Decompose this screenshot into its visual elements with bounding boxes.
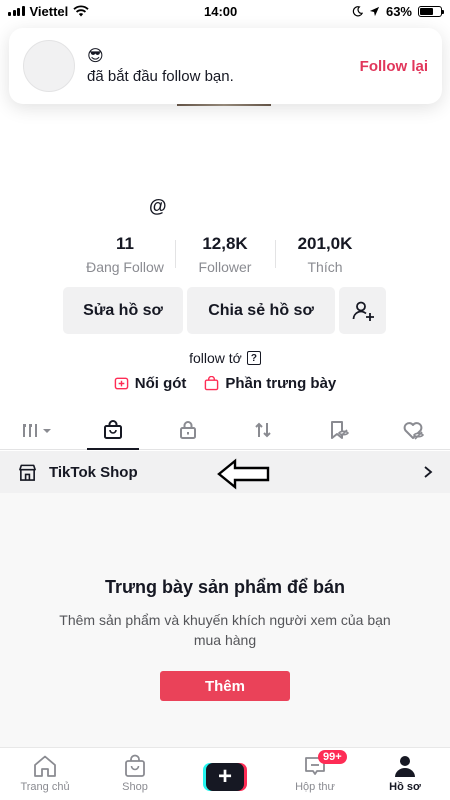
profile-stats: 11 Đang Follow 12,8K Follower 201,0K Thí…	[75, 234, 375, 275]
battery-percent: 63%	[385, 3, 412, 19]
wifi-icon	[73, 5, 89, 17]
follow-back-button[interactable]: Follow lại	[360, 58, 428, 75]
lock-icon	[179, 420, 196, 439]
nav-create[interactable]: +	[180, 748, 270, 800]
stat-followers[interactable]: 12,8K Follower	[175, 234, 275, 275]
cellular-signal-icon	[8, 6, 25, 16]
tab-liked[interactable]	[375, 410, 450, 449]
avatar	[23, 40, 75, 92]
profile-icon	[395, 756, 415, 777]
bottom-navigation: Trang chủ Shop + 99+ Hộp thư Hồ sơ	[0, 747, 450, 800]
nav-label: Trang chủ	[20, 781, 70, 793]
stat-value: 201,0K	[297, 234, 353, 253]
add-product-button[interactable]: Thêm	[160, 671, 290, 701]
stat-value: 12,8K	[202, 234, 248, 253]
battery-fill	[420, 7, 433, 15]
nav-home[interactable]: Trang chủ	[0, 748, 90, 800]
profile-links: Nối gót Phần trưng bày	[0, 375, 450, 392]
stat-likes[interactable]: 201,0K Thích	[275, 234, 375, 275]
nav-label: Hồ sơ	[389, 781, 421, 793]
inbox-badge: 99+	[318, 750, 347, 764]
tab-shop[interactable]	[75, 410, 150, 449]
nav-label: Hộp thư	[295, 781, 335, 793]
battery-icon	[418, 5, 444, 17]
profile-actions: Sửa hồ sơ Chia sẻ hồ sơ	[63, 287, 386, 334]
left-arrow-icon	[217, 458, 270, 490]
username-handle: @	[149, 196, 167, 216]
create-button[interactable]: +	[203, 763, 247, 791]
notification-message: đã bắt đầu follow bạn.	[87, 67, 234, 85]
nav-profile[interactable]: Hồ sơ	[360, 748, 450, 800]
tab-videos[interactable]	[0, 410, 75, 449]
stat-label: Thích	[307, 259, 343, 275]
follow-along-link[interactable]: Nối gót	[114, 375, 187, 392]
liked-hidden-icon	[403, 421, 424, 440]
profile-bio: follow tớ ?	[0, 350, 450, 366]
moon-icon	[352, 5, 363, 16]
stat-label: Follower	[198, 259, 252, 275]
bio-text: follow tớ	[189, 350, 242, 366]
home-icon	[34, 755, 56, 777]
location-arrow-icon	[369, 6, 380, 16]
tab-private[interactable]	[150, 410, 225, 449]
add-box-icon	[114, 377, 129, 390]
carrier-label: Viettel	[29, 3, 69, 19]
shop-title: TikTok Shop	[49, 463, 138, 481]
favorites-hidden-icon	[330, 420, 349, 439]
shopping-bag-icon	[103, 419, 122, 439]
stat-following[interactable]: 11 Đang Follow	[75, 234, 175, 275]
empty-state-description: Thêm sản phẩm và khuyến khích người xem …	[59, 612, 391, 648]
repost-icon	[254, 422, 271, 437]
link-label: Nối gót	[134, 375, 187, 392]
follow-notification[interactable]: 😎 đã bắt đầu follow bạn. Follow lại	[9, 28, 442, 104]
nav-label: Shop	[122, 781, 148, 793]
chevron-right-icon	[424, 466, 433, 478]
storefront-icon	[19, 464, 36, 481]
add-user-icon	[352, 301, 374, 321]
grid-icon	[22, 423, 51, 437]
status-bar: Viettel 14:00 63%	[0, 0, 450, 22]
help-icon[interactable]: ?	[246, 351, 261, 365]
add-friend-button[interactable]	[339, 287, 386, 334]
stat-label: Đang Follow	[86, 259, 164, 275]
share-profile-button[interactable]: Chia sẻ hồ sơ	[187, 287, 335, 334]
tab-reposts[interactable]	[225, 410, 300, 449]
plus-icon: +	[206, 763, 244, 791]
profile-tabs	[0, 410, 450, 450]
shopping-bag-icon	[205, 376, 219, 391]
shop-content-area	[0, 451, 450, 747]
nav-shop[interactable]: Shop	[90, 748, 180, 800]
empty-state-title: Trưng bày sản phẩm để bán	[104, 577, 346, 597]
tab-favorites[interactable]	[300, 410, 375, 449]
clock: 14:00	[204, 3, 238, 19]
link-label: Phần trưng bày	[225, 375, 337, 392]
notification-emoji: 😎	[87, 47, 104, 65]
showcase-link[interactable]: Phần trưng bày	[204, 375, 336, 392]
shopping-bag-icon	[125, 754, 145, 777]
nav-inbox[interactable]: 99+ Hộp thư	[270, 748, 360, 800]
edit-profile-button[interactable]: Sửa hồ sơ	[63, 287, 183, 334]
stat-value: 11	[116, 234, 134, 253]
